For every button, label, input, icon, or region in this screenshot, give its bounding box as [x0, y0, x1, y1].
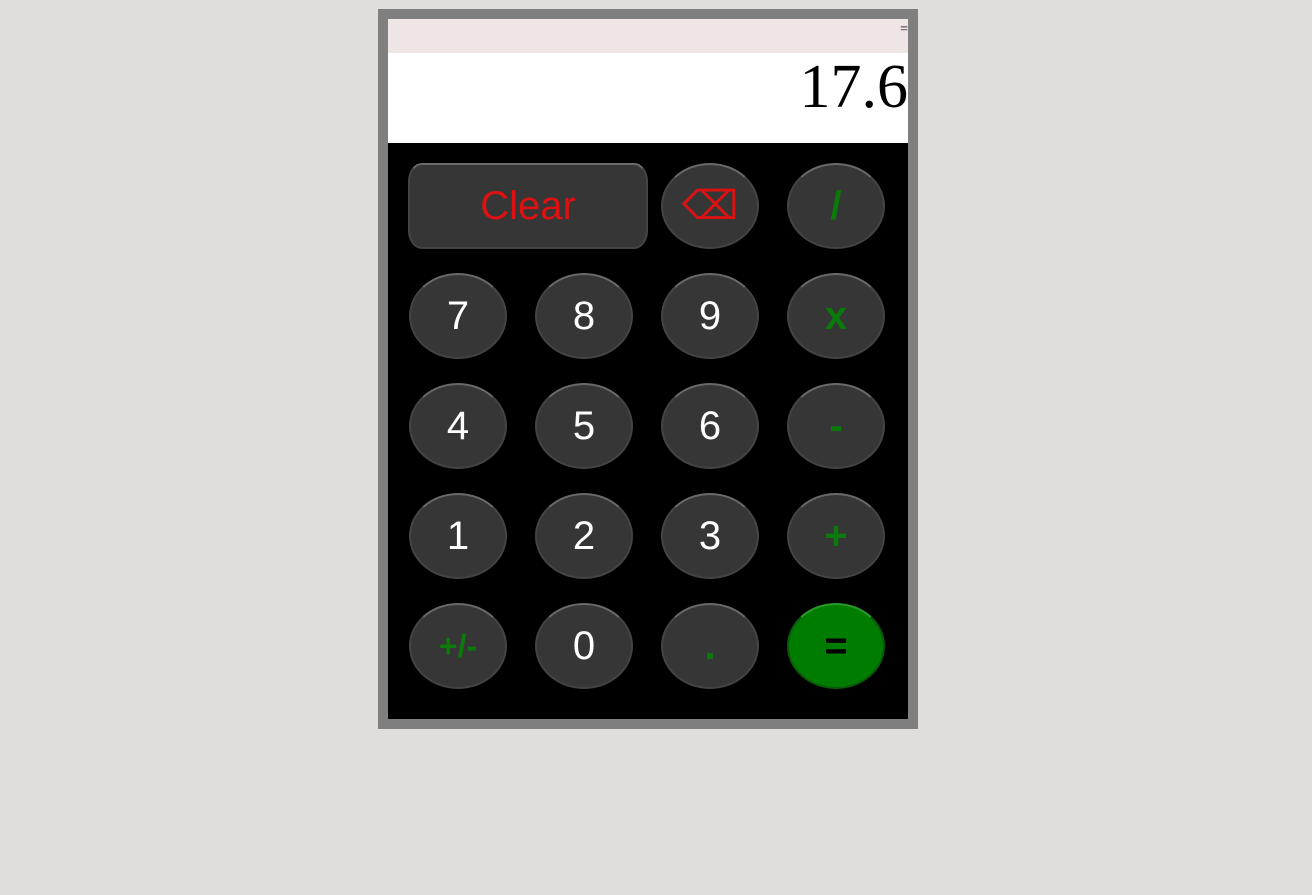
seven-button[interactable]: 7 [409, 273, 507, 359]
two-button[interactable]: 2 [535, 493, 633, 579]
eight-button[interactable]: 8 [535, 273, 633, 359]
display: 17.6 [388, 53, 908, 143]
keypad: Clear ⌫ / 7 8 9 x 4 5 6 - 1 2 3 + +/- 0 … [388, 143, 908, 719]
one-button[interactable]: 1 [409, 493, 507, 579]
five-button[interactable]: 5 [535, 383, 633, 469]
calculator: = 17.6 Clear ⌫ / 7 8 9 x 4 5 6 - 1 2 3 +… [378, 9, 918, 729]
add-button[interactable]: + [787, 493, 885, 579]
history-text: = [900, 22, 908, 37]
six-button[interactable]: 6 [661, 383, 759, 469]
clear-button[interactable]: Clear [408, 163, 648, 249]
negate-button[interactable]: +/- [409, 603, 507, 689]
multiply-button[interactable]: x [787, 273, 885, 359]
display-value: 17.6 [799, 53, 909, 121]
backspace-icon: ⌫ [681, 184, 739, 228]
history-bar: = [388, 19, 908, 53]
three-button[interactable]: 3 [661, 493, 759, 579]
four-button[interactable]: 4 [409, 383, 507, 469]
zero-button[interactable]: 0 [535, 603, 633, 689]
backspace-button[interactable]: ⌫ [661, 163, 759, 249]
equals-button[interactable]: = [787, 603, 885, 689]
decimal-button[interactable]: . [661, 603, 759, 689]
nine-button[interactable]: 9 [661, 273, 759, 359]
subtract-button[interactable]: - [787, 383, 885, 469]
divide-button[interactable]: / [787, 163, 885, 249]
